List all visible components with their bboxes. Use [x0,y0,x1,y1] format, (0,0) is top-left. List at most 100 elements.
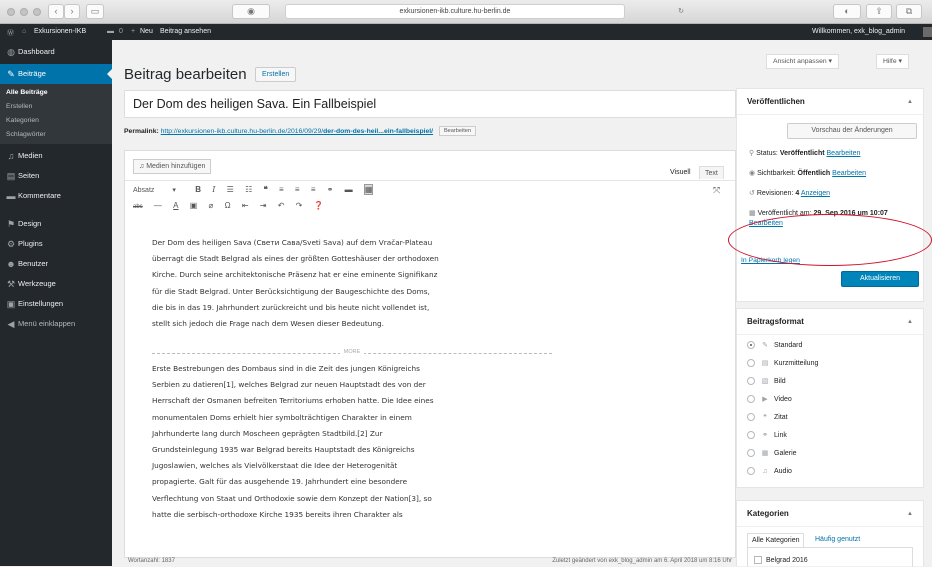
editor-paragraph-2[interactable]: Erste Bestrebungen des Dombaus sind in d… [152,361,552,523]
checkbox[interactable] [754,556,762,564]
editor-paragraph-1[interactable]: Der Dom des heiligen Sava (Свети Сава/Sv… [152,235,552,332]
format-option-audio[interactable]: ♫ Audio [747,467,792,475]
tab-all-categories[interactable]: Alle Kategorien [747,533,805,547]
submenu-all-posts[interactable]: Alle Beiträge [0,86,112,100]
strikethrough-icon[interactable]: abc [133,204,143,210]
toggle-arrow-icon[interactable]: ▲ [907,89,913,115]
blockquote-icon[interactable]: ❝ [263,185,267,194]
bold-icon[interactable]: B [195,185,201,194]
address-bar[interactable]: exkursionen-ikb.culture.hu-berlin.de ↻ [285,4,684,19]
format-option-aside[interactable]: ▤ Kurzmitteilung [747,359,818,368]
reload-icon[interactable]: ↻ [678,5,684,18]
numbered-list-icon[interactable]: ☷ [245,185,252,194]
outdent-icon[interactable]: ⇤ [242,201,249,210]
radio-button[interactable] [747,431,755,440]
radio-button[interactable] [747,449,755,458]
forward-button[interactable]: › [64,4,80,19]
more-tag-icon[interactable]: ▬ [345,185,353,194]
clear-format-icon[interactable]: ⌀ [209,201,214,210]
sidebar-item-plugins[interactable]: ⚙ Plugins [0,234,112,254]
status-edit-link[interactable]: Bearbeiten [827,150,861,157]
sidebar-item-comments[interactable]: ▬ Kommentare [0,186,112,206]
category-item[interactable]: Belgrad 2016 [754,556,808,564]
radio-button[interactable] [747,413,755,422]
align-left-icon[interactable]: ≡ [279,185,284,194]
add-media-button[interactable]: ♫ Medien hinzufügen [133,159,212,174]
radio-button[interactable] [747,395,755,404]
tab-visual[interactable]: Visuell [665,166,696,179]
view-post-link[interactable]: Beitrag ansehen [160,28,211,35]
toggle-arrow-icon[interactable]: ▲ [907,501,913,527]
fullscreen-icon[interactable]: ⤧ [713,185,720,196]
add-new-button[interactable]: Erstellen [255,67,297,82]
undo-icon[interactable]: ↶ [278,201,285,210]
submenu-tags[interactable]: Schlagwörter [0,128,112,142]
sidebar-item-collapse[interactable]: ◀ Menü einklappen [0,314,112,334]
sidebar-toggle-button[interactable]: ▭ [86,4,104,19]
preview-changes-button[interactable]: Vorschau der Änderungen [787,123,917,139]
sidebar-item-media[interactable]: ♫ Medien [0,146,112,166]
sidebar-item-settings[interactable]: ▣ Einstellungen [0,294,112,314]
publish-box-title[interactable]: Veröffentlichen ▲ [737,89,923,115]
extension-button[interactable]: ◐ [833,4,861,19]
sidebar-item-design[interactable]: ⚑ Design [0,214,112,234]
format-option-video[interactable]: ▶ Video [747,395,792,404]
radio-button[interactable] [747,467,755,475]
screen-options-button[interactable]: Ansicht anpassen ▾ [766,54,839,69]
sidebar-item-pages[interactable]: ▤ Seiten [0,166,112,186]
new-content-link[interactable]: Neu [140,28,153,35]
format-option-standard[interactable]: ✎ Standard [747,341,802,350]
revisions-link[interactable]: Anzeigen [801,190,830,197]
align-right-icon[interactable]: ≡ [311,185,316,194]
format-option-link[interactable]: ⚭ Link [747,431,787,440]
align-center-icon[interactable]: ≡ [295,185,300,194]
bullet-list-icon[interactable]: ☰ [227,185,234,194]
avatar[interactable] [923,27,932,37]
share-button[interactable]: ⇪ [866,4,892,19]
toolbar-toggle-icon[interactable]: ▦ [363,184,374,195]
sidebar-item-tools[interactable]: ⚒ Werkzeuge [0,274,112,294]
permalink-edit-button[interactable]: Bearbeiten [438,126,476,136]
post-title-input[interactable]: Der Dom des heiligen Sava. Ein Fallbeisp… [124,90,736,118]
wordpress-logo-icon[interactable]: Ⓦ [7,28,14,38]
format-box-title[interactable]: Beitragsformat ▲ [737,309,923,335]
horizontal-line-icon[interactable]: — [154,201,162,210]
account-greeting[interactable]: Willkommen, exk_blog_admin [812,28,905,35]
permalink-link[interactable]: http://exkursionen-ikb.culture.hu-berlin… [161,128,433,135]
comment-icon[interactable]: ▬ [107,28,114,35]
special-char-icon[interactable]: Ω [225,201,231,210]
back-button[interactable]: ‹ [48,4,64,19]
sidebar-item-dashboard[interactable]: ◍ Dashboard [0,42,112,62]
toggle-arrow-icon[interactable]: ▲ [907,309,913,335]
sidebar-item-users[interactable]: ☻ Benutzer [0,254,112,274]
indent-icon[interactable]: ⇥ [260,201,267,210]
help-button[interactable]: Hilfe ▾ [876,54,909,69]
update-button[interactable]: Aktualisieren [841,271,919,287]
zoom-window-dot[interactable] [33,8,41,16]
format-option-quote[interactable]: ❝ Zitat [747,413,788,422]
visibility-edit-link[interactable]: Bearbeiten [832,170,866,177]
tab-most-used[interactable]: Häufig genutzt [815,533,860,546]
redo-icon[interactable]: ↷ [296,201,303,210]
submenu-add-new[interactable]: Erstellen [0,100,112,114]
link-icon[interactable]: ⚭ [327,185,334,194]
paste-text-icon[interactable]: ▣ [190,201,198,210]
text-color-icon[interactable]: A [173,201,178,210]
minimize-window-dot[interactable] [20,8,28,16]
format-option-gallery[interactable]: ▦ Galerie [747,449,797,458]
privacy-button[interactable]: ◉ [232,4,270,19]
site-name-link[interactable]: Exkursionen-IKB [34,28,86,35]
format-option-image[interactable]: ▧ Bild [747,377,786,386]
tab-text[interactable]: Text [699,166,724,179]
radio-button[interactable] [747,377,755,386]
sidebar-item-posts[interactable]: ✎ Beiträge [0,64,112,84]
italic-icon[interactable]: I [212,185,215,194]
tabs-button[interactable]: ⧉ [896,4,922,19]
help-icon[interactable]: ❓ [314,201,324,210]
radio-button[interactable] [747,341,755,350]
close-window-dot[interactable] [7,8,15,16]
format-select[interactable]: Absatz ▾ [133,186,193,194]
submenu-categories[interactable]: Kategorien [0,114,112,128]
radio-button[interactable] [747,359,755,368]
categories-box-title[interactable]: Kategorien ▲ [737,501,923,527]
